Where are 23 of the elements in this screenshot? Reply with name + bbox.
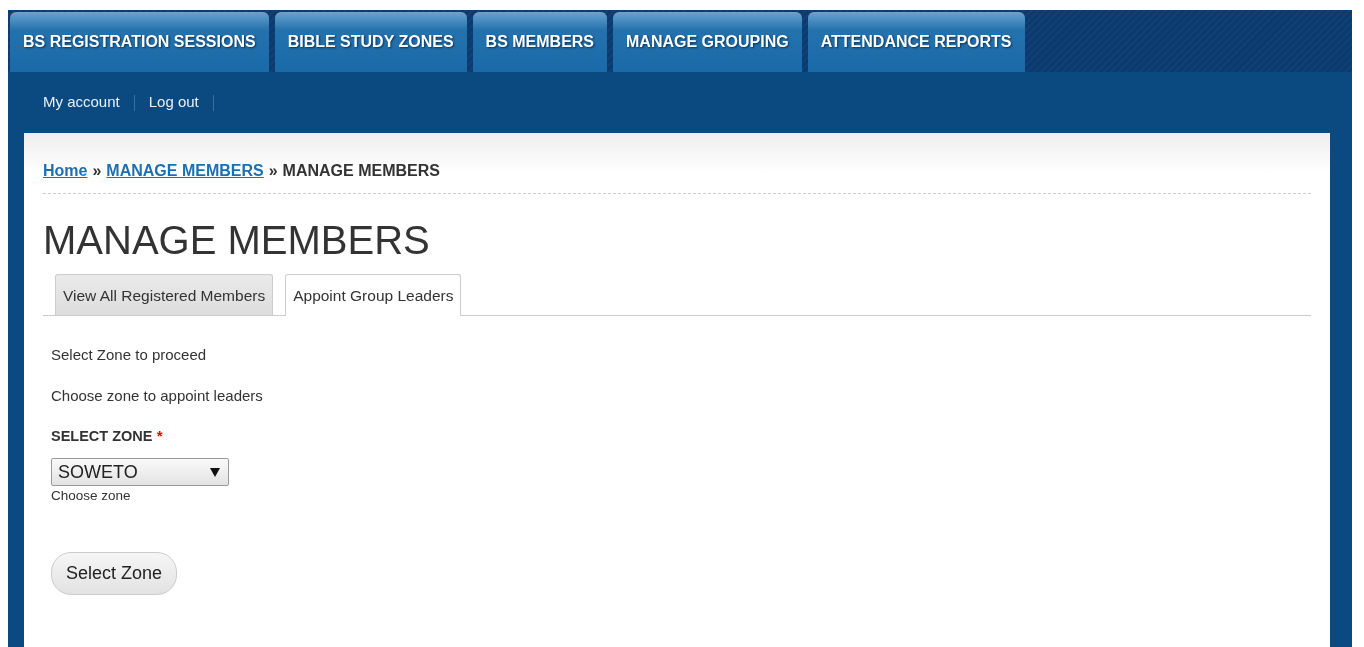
breadcrumb-current: MANAGE MEMBERS [282, 161, 440, 181]
tab[interactable]: View All Registered Members [55, 274, 274, 316]
instruction-text: Select Zone to proceed [51, 345, 208, 366]
required-mark: * [156, 427, 163, 445]
zone-select[interactable]: SOWETO [51, 458, 229, 486]
nav-tab[interactable]: MANAGE GROUPING [613, 12, 802, 72]
field-label: SELECT ZONE [51, 428, 153, 445]
breadcrumb-link[interactable]: Home [43, 159, 88, 183]
nav-tab[interactable]: BIBLE STUDY ZONES [274, 12, 467, 72]
instruction-text: Choose zone to appoint leaders [51, 385, 264, 406]
select-zone-button[interactable]: Select Zone [51, 552, 178, 596]
nav-tab[interactable]: BS MEMBERS [472, 12, 608, 72]
nav-tab[interactable]: ATTENDANCE REPORTS [807, 12, 1025, 72]
breadcrumb-link[interactable]: MANAGE MEMBERS [106, 159, 264, 183]
tab[interactable]: Appoint Group Leaders [285, 274, 462, 317]
account-link[interactable]: Log out [148, 91, 199, 114]
page-title: MANAGE MEMBERS [43, 217, 431, 264]
caret-icon [210, 467, 220, 477]
nav-tab[interactable]: BS REGISTRATION SESSIONS [10, 12, 269, 72]
breadcrumb-separator: » [268, 161, 278, 181]
breadcrumb-separator: » [92, 161, 102, 181]
field-description: Choose zone [51, 487, 132, 505]
account-link[interactable]: My account [43, 91, 120, 114]
